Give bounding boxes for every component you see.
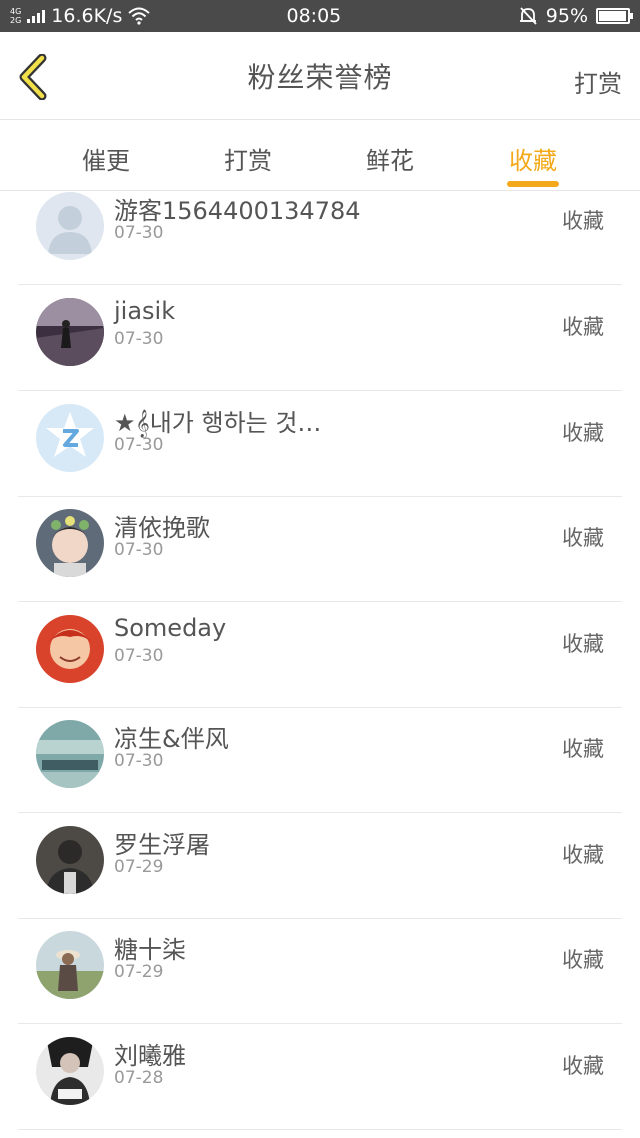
list-item[interactable]: 刘曦雅 07-28 收藏: [18, 1024, 622, 1130]
avatar: [36, 298, 104, 366]
avatar: [36, 931, 104, 999]
user-name: 游客1564400134784: [114, 197, 361, 225]
user-name: 凉生&伴风: [114, 725, 229, 753]
user-name: 糖十柒: [114, 936, 186, 964]
favorite-label: 收藏: [562, 737, 604, 761]
date-label: 07-28: [114, 1068, 164, 1088]
tab-active-indicator: [507, 181, 559, 187]
status-bar: 4G 2G 16.6K/s 08:05 95%: [0, 0, 640, 32]
list-item[interactable]: 清依挽歌 07-30 收藏: [18, 496, 622, 602]
user-name: ★𝄞내가 행하는 것…: [114, 409, 322, 437]
fan-list: 游客1564400134784 07-30 收藏 jiasik 07-30 收藏…: [0, 191, 640, 1138]
default-user-icon: [36, 192, 104, 260]
status-time: 08:05: [286, 5, 342, 27]
favorite-label: 收藏: [562, 948, 604, 972]
list-item[interactable]: 游客1564400134784 07-30 收藏: [18, 191, 622, 285]
alarm-off-icon: [519, 7, 537, 25]
network-speed: 16.6K/s: [51, 5, 123, 27]
page-title: 粉丝荣誉榜: [247, 60, 393, 94]
date-label: 07-30: [114, 435, 164, 455]
user-name: 刘曦雅: [114, 1042, 186, 1070]
favorite-label: 收藏: [562, 632, 604, 656]
avatar: [36, 615, 104, 683]
date-label: 07-30: [114, 329, 164, 349]
favorite-label: 收藏: [562, 315, 604, 339]
tab-urge[interactable]: 催更: [56, 141, 156, 176]
list-item[interactable]: 凉生&伴风 07-30 收藏: [18, 707, 622, 813]
favorite-label: 收藏: [562, 209, 604, 233]
tab-bar: 催更 打赏 鲜花 收藏: [0, 121, 640, 191]
user-name: 罗生浮屠: [114, 831, 210, 859]
status-right: 95%: [518, 5, 633, 27]
date-label: 07-30: [114, 646, 164, 666]
qq-logo-icon: [36, 404, 104, 472]
network-type: 4G 2G: [10, 7, 21, 25]
date-label: 07-29: [114, 857, 164, 877]
favorite-label: 收藏: [562, 843, 604, 867]
list-item[interactable]: 糖十柒 07-29 收藏: [18, 918, 622, 1024]
avatar: [36, 720, 104, 788]
reward-button[interactable]: 打赏: [574, 64, 622, 99]
user-name: jiasik: [114, 297, 176, 325]
date-label: 07-30: [114, 223, 164, 243]
tab-flowers[interactable]: 鲜花: [340, 141, 440, 176]
favorite-label: 收藏: [562, 1054, 604, 1078]
favorite-label: 收藏: [562, 526, 604, 550]
status-left: 4G 2G 16.6K/s: [10, 5, 230, 27]
list-item[interactable]: Someday 07-30 收藏: [18, 602, 622, 708]
chevron-left-icon: [19, 53, 47, 101]
avatar: [36, 509, 104, 577]
network-label: 4G: [10, 7, 22, 16]
user-name: Someday: [114, 614, 227, 642]
tab-favorites[interactable]: 收藏: [483, 141, 583, 176]
user-name: 清依挽歌: [114, 514, 210, 542]
signal-icon: [27, 9, 46, 23]
date-label: 07-30: [114, 540, 164, 560]
back-button[interactable]: [16, 53, 56, 101]
battery-icon: [596, 8, 633, 24]
app-header: 粉丝荣誉榜 打赏: [0, 32, 640, 120]
list-item[interactable]: 罗生浮屠 07-29 收藏: [18, 813, 622, 919]
avatar: [36, 826, 104, 894]
favorite-label: 收藏: [562, 421, 604, 445]
avatar: [36, 1037, 104, 1105]
battery-fill: [599, 11, 626, 21]
tab-reward[interactable]: 打赏: [198, 141, 298, 176]
date-label: 07-29: [114, 962, 164, 982]
list-item[interactable]: ★𝄞내가 행하는 것… 07-30 收藏: [18, 391, 622, 497]
wifi-icon: [128, 7, 151, 25]
date-label: 07-30: [114, 751, 164, 771]
network-label-2: 2G: [10, 16, 22, 25]
battery-percent: 95%: [545, 5, 588, 27]
list-item[interactable]: jiasik 07-30 收藏: [18, 285, 622, 391]
